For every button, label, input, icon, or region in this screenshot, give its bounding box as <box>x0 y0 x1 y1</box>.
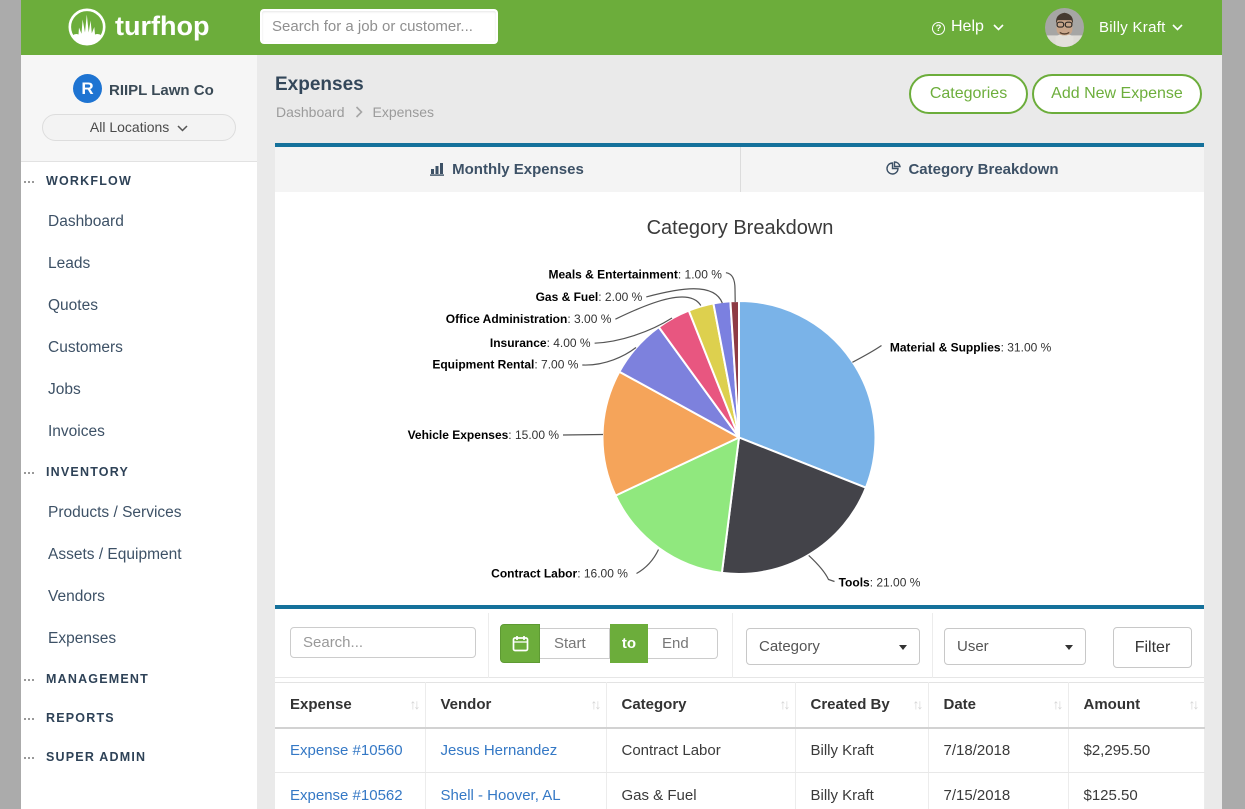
svg-text:Meals & Entertainment: 1.00 %: Meals & Entertainment: 1.00 % <box>548 268 722 282</box>
svg-text:Insurance: 4.00 %: Insurance: 4.00 % <box>490 336 591 350</box>
svg-text:Vehicle Expenses: 15.00 %: Vehicle Expenses: 15.00 % <box>408 428 560 442</box>
svg-text:Material & Supplies: 31.00 %: Material & Supplies: 31.00 % <box>890 341 1052 355</box>
svg-text:Gas & Fuel: 2.00 %: Gas & Fuel: 2.00 % <box>536 290 643 304</box>
svg-text:Office Administration: 3.00 %: Office Administration: 3.00 % <box>446 312 612 326</box>
svg-text:Equipment Rental: 7.00 %: Equipment Rental: 7.00 % <box>432 357 578 371</box>
svg-text:Contract Labor: 16.00 %: Contract Labor: 16.00 % <box>491 567 628 581</box>
svg-text:Tools: 21.00 %: Tools: 21.00 % <box>839 576 921 590</box>
svg-text:Category Breakdown: Category Breakdown <box>647 217 834 239</box>
